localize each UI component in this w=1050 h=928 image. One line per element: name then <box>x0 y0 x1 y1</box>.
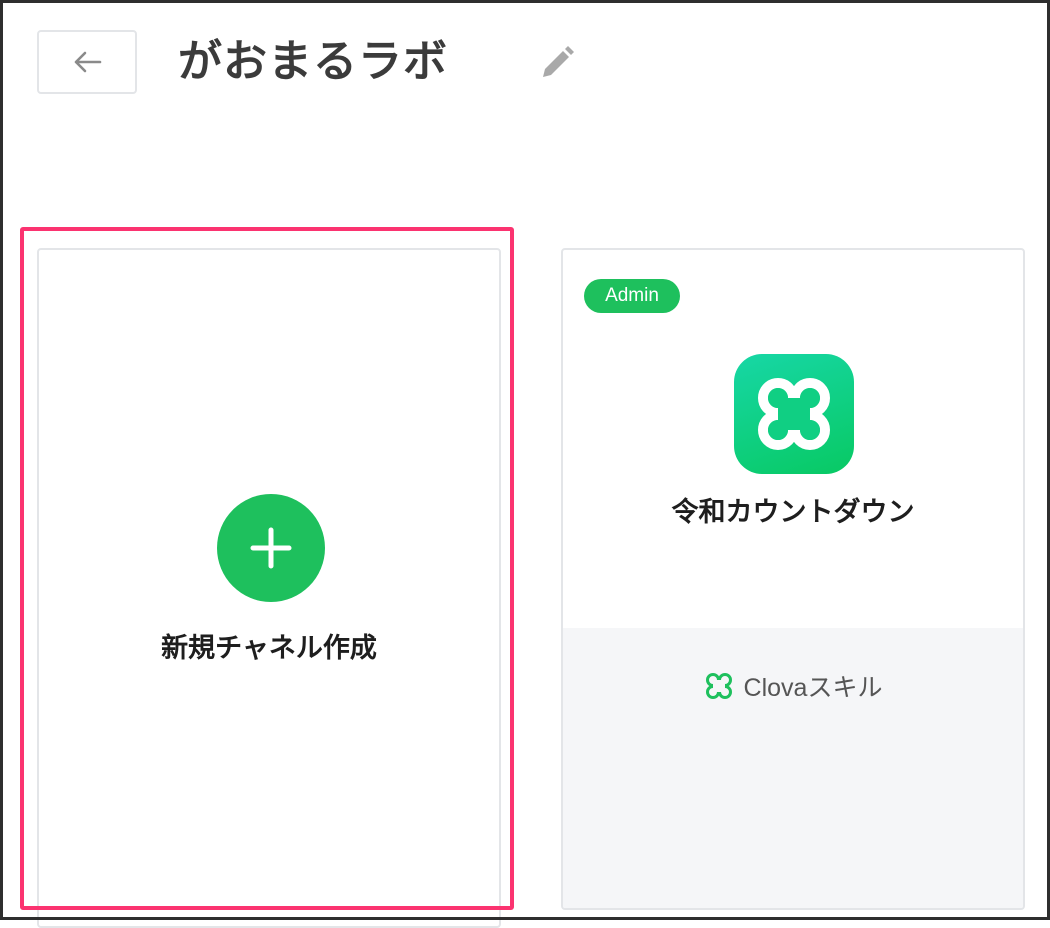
back-button[interactable] <box>37 30 137 94</box>
selection-highlight <box>20 227 514 910</box>
channel-name: 令和カウントダウン <box>671 497 915 528</box>
channel-type-label: Clovaスキル <box>743 674 883 702</box>
clova-icon <box>705 673 732 699</box>
arrow-left-icon <box>74 51 102 73</box>
page-title: がおまるラボ <box>178 36 448 87</box>
admin-badge: Admin <box>584 279 680 313</box>
clova-logo-icon <box>734 354 854 474</box>
pencil-icon[interactable] <box>538 44 576 82</box>
card-footer: Clovaスキル <box>563 628 1023 908</box>
channel-card[interactable]: Admin 令和カウントダウン Clovaスキル <box>561 248 1025 910</box>
